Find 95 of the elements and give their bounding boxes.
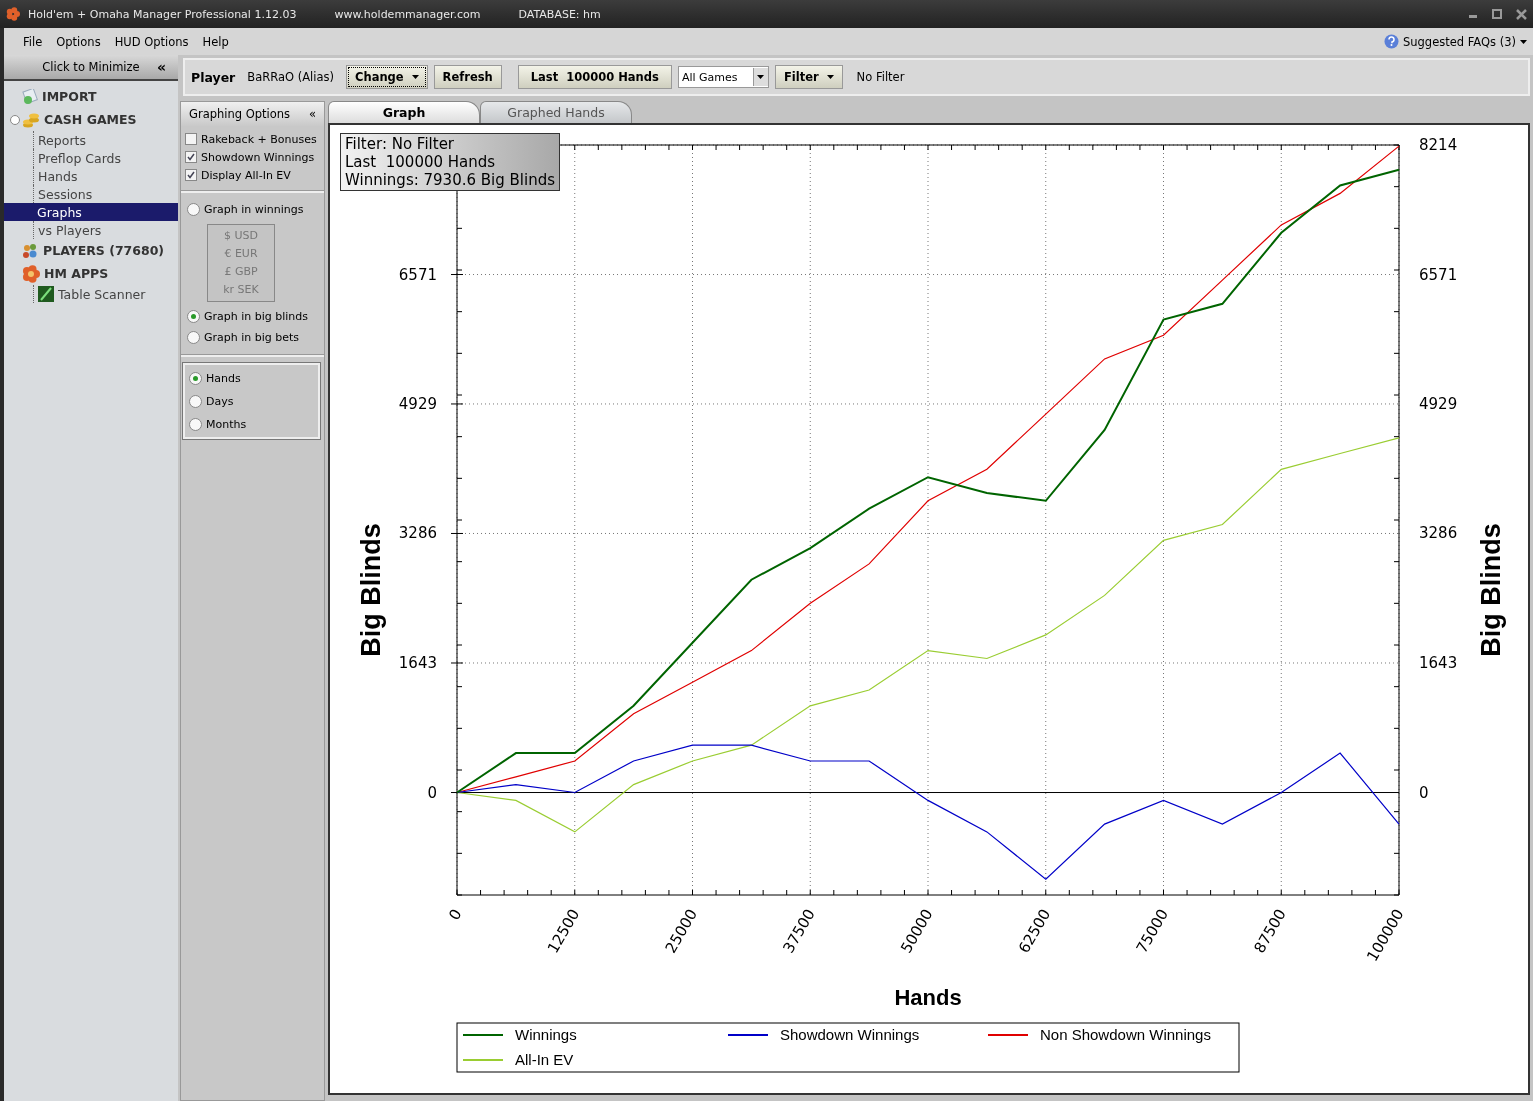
flower-icon — [22, 264, 40, 283]
caret-icon — [411, 75, 419, 79]
radio-button[interactable] — [189, 371, 202, 385]
sidebar-section[interactable]: PLAYERS (77680) — [4, 239, 178, 262]
legend-item: Winnings — [462, 1026, 577, 1043]
summary-line: Winnings: 7930.6 Big Blinds — [345, 171, 555, 189]
summary-line: Filter: No Filter — [345, 135, 456, 153]
radio-button[interactable] — [187, 203, 200, 216]
sidebar-section[interactable]: CASH GAMES — [4, 108, 178, 131]
radio-button[interactable] — [187, 310, 200, 323]
axis-title: Big Blinds — [1476, 523, 1506, 657]
app-logo-icon — [6, 7, 20, 21]
legend-label: All-In EV — [515, 1051, 574, 1068]
section-label[interactable]: IMPORT — [42, 89, 97, 104]
y-tick-label: 8214 — [1419, 136, 1458, 154]
radio-label: Months — [206, 417, 247, 431]
legend-label: Winnings — [515, 1026, 577, 1043]
radio-label: Graph in big blinds — [204, 310, 309, 323]
sidebar-item[interactable]: Table Scanner — [33, 285, 178, 303]
legend-item: All-In EV — [462, 1051, 574, 1068]
radio-button[interactable] — [187, 331, 200, 344]
checkbox[interactable] — [185, 151, 197, 163]
y-tick-label: 3286 — [398, 524, 437, 543]
sidebar-item[interactable]: Preflop Cards — [33, 149, 178, 167]
check-icon — [187, 153, 195, 161]
radio-label: Graph in big bets — [204, 331, 300, 344]
sidebar-item[interactable]: Graphs — [4, 203, 178, 221]
collapse-icon[interactable]: « — [156, 59, 166, 75]
hands-range-button[interactable]: Last 100000 Hands — [517, 65, 672, 89]
filter-button[interactable]: Filter — [774, 65, 843, 89]
minimize-bar[interactable]: Click to Minimize « — [4, 55, 178, 81]
sidebar-section[interactable]: IMPORT — [4, 85, 178, 108]
import-icon — [22, 88, 38, 105]
sidebar-item[interactable]: Hands — [33, 167, 178, 185]
y-tick-label: 3286 — [1419, 524, 1458, 543]
radio-label: Days — [206, 394, 234, 408]
caret-icon — [1520, 39, 1527, 44]
maximize-icon[interactable] — [1492, 9, 1502, 19]
section-label[interactable]: HM APPS — [44, 266, 109, 281]
menu-item[interactable]: Help — [195, 34, 236, 49]
scanner-icon — [38, 286, 54, 302]
checkbox-label: Showdown Winnings — [201, 150, 315, 164]
check-icon — [187, 171, 195, 179]
games-select[interactable]: All Games — [677, 66, 769, 88]
window-title: Hold'em + Omaha Manager Professional 1.12.03 — [28, 7, 297, 21]
radio-button[interactable] — [189, 417, 202, 431]
website-url: www.holdemmanager.com — [334, 7, 481, 21]
sidebar-item[interactable]: Reports — [33, 131, 178, 149]
summary-line: Last 100000 Hands — [345, 153, 497, 171]
panel-header[interactable]: Graphing Options « — [181, 102, 324, 126]
player-label: Player — [191, 69, 236, 85]
legend-item: Showdown Winnings — [727, 1026, 920, 1043]
caret-icon — [757, 75, 765, 79]
axis-title: Big Blinds — [356, 523, 386, 657]
y-tick-label: 4929 — [1419, 394, 1458, 413]
people-icon — [22, 242, 39, 259]
menu-item[interactable]: File — [16, 34, 50, 49]
radio-button[interactable] — [189, 394, 202, 408]
menu-item[interactable]: HUD Options — [107, 34, 196, 49]
y-tick-label: 1643 — [1419, 654, 1458, 672]
sidebar-section[interactable]: HM APPS — [4, 262, 178, 285]
faq-menu[interactable]: Suggested FAQs (3) — [1384, 34, 1527, 49]
checkbox[interactable] — [185, 133, 197, 145]
change-button[interactable]: Change — [346, 65, 428, 89]
tab[interactable]: Graphed Hands — [480, 101, 632, 123]
y-tick-label: 6571 — [398, 265, 437, 284]
legend-item: Non Showdown Winnings — [987, 1026, 1211, 1043]
y-tick-label: 0 — [1419, 783, 1429, 802]
filter-status: No Filter — [856, 70, 905, 84]
help-icon — [1384, 34, 1399, 49]
sidebar-item[interactable]: vs Players — [33, 221, 178, 239]
close-icon[interactable] — [1516, 8, 1527, 20]
refresh-button[interactable]: Refresh — [433, 65, 502, 89]
y-tick-label: 1643 — [398, 654, 437, 672]
player-name: BaRRaO (Alias) — [247, 70, 334, 84]
section-label[interactable]: PLAYERS (77680) — [43, 243, 165, 258]
caret-icon — [826, 75, 834, 79]
y-tick-label: 4929 — [398, 394, 437, 413]
checkbox-label: Rakeback + Bonuses — [201, 132, 317, 146]
x-tick-label: 0 — [445, 906, 466, 924]
legend-label: Showdown Winnings — [780, 1026, 920, 1043]
radio-label: Hands — [206, 371, 241, 385]
axis-title: Hands — [894, 985, 962, 1010]
legend-label: Non Showdown Winnings — [1040, 1026, 1211, 1043]
collapse-toggle-icon[interactable] — [10, 114, 20, 125]
database-name: DATABASE: hm — [518, 7, 601, 21]
radio-label: Graph in winnings — [204, 203, 304, 216]
tab[interactable]: Graph — [328, 101, 480, 123]
menu-item[interactable]: Options — [49, 34, 108, 49]
checkbox-label: Display All-In EV — [201, 168, 291, 182]
checkbox[interactable] — [185, 169, 197, 181]
section-label[interactable]: CASH GAMES — [44, 112, 137, 127]
y-tick-label: 6571 — [1419, 265, 1458, 284]
y-tick-label: 0 — [427, 783, 437, 802]
collapse-icon[interactable]: « — [308, 107, 316, 121]
